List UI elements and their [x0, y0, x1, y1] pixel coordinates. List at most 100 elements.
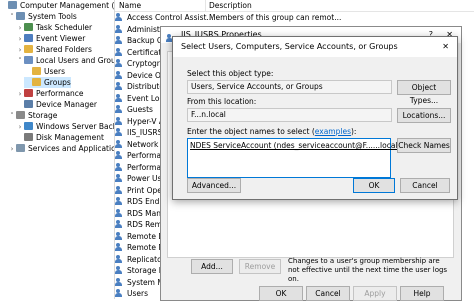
group-icon [115, 185, 124, 194]
tree-item-label: Computer Management (Local [20, 1, 115, 10]
tree-node-icon [16, 12, 25, 20]
expand-chevron-icon[interactable]: › [8, 144, 16, 155]
object-types-button[interactable]: Object Types... [397, 80, 451, 105]
dialog-ok-button[interactable]: OK [353, 178, 395, 193]
tree-item-event-viewer[interactable]: › Event Viewer [16, 33, 85, 44]
dialog-close-icon[interactable]: ✕ [442, 37, 449, 57]
tree-item-label: Windows Server Backup [36, 122, 114, 131]
tree-node-icon [32, 78, 41, 86]
tree-item-device-manager[interactable]: Device Manager [16, 99, 97, 110]
group-icon [115, 220, 124, 228]
dialog-title: Select Users, Computers, Service Account… [181, 42, 398, 51]
object-names-label: Enter the object names to select (exampl… [187, 127, 357, 136]
tree-item-label: Event Viewer [36, 34, 86, 43]
object-type-label: Select this object type: [187, 69, 274, 78]
group-icon [115, 151, 124, 159]
tree-item-label: Users [44, 67, 66, 76]
column-header-description[interactable]: Description [209, 1, 252, 10]
group-name: Guests [127, 105, 153, 114]
dialog-title-bar: Select Users, Computers, Service Account… [173, 37, 457, 57]
group-icon [115, 277, 124, 286]
tree-item-label: System Tools [28, 12, 77, 21]
check-names-button[interactable]: Check Names [397, 138, 451, 153]
tree-item-storage[interactable]: ˅ Storage [8, 110, 57, 121]
tree-item-label: Task Scheduler [36, 23, 93, 32]
select-users-dialog: Select Users, Computers, Service Account… [172, 36, 458, 200]
tree-item-disk-management[interactable]: Disk Management [16, 132, 104, 143]
remove-member-button[interactable]: Remove [239, 259, 281, 274]
tree-node-icon [24, 89, 33, 97]
tree-item-groups[interactable]: Groups [24, 77, 71, 88]
tree-item-label: Services and Applications [28, 144, 115, 153]
group-icon [115, 208, 124, 217]
tree-node-icon [8, 1, 17, 9]
tree-item-label: Device Manager [36, 100, 97, 109]
tree-item-label: Shared Folders [36, 45, 92, 54]
group-icon [115, 116, 124, 125]
tree-item-task-scheduler[interactable]: › Task Scheduler [16, 22, 92, 33]
add-member-button[interactable]: Add... [191, 259, 233, 274]
object-names-input[interactable]: NDES ServiceAccount (ndes_serviceaccount… [187, 138, 400, 178]
tree-item-label: Groups [44, 78, 71, 87]
tree-node-icon [24, 45, 33, 53]
expand-chevron-icon[interactable]: ˅ [8, 12, 16, 23]
tree-node-icon [24, 56, 33, 64]
console-tree[interactable]: Computer Management (Local˅System Tools›… [0, 0, 115, 299]
group-icon [115, 105, 124, 113]
location-field: F...n.local [187, 108, 392, 122]
tree-item-local-users-and-groups[interactable]: ˅ Local Users and Groups [16, 55, 114, 67]
object-type-field: Users, Service Accounts, or Groups [187, 80, 392, 94]
group-icon [115, 70, 124, 79]
group-icon [115, 243, 124, 251]
group-icon [115, 82, 124, 90]
dialog-cancel-button[interactable]: Cancel [400, 178, 450, 193]
tree-item-performance[interactable]: › Performance [16, 88, 84, 99]
group-icon [115, 266, 124, 274]
column-divider[interactable] [205, 0, 206, 11]
group-icon [115, 174, 124, 182]
locations-button[interactable]: Locations... [397, 108, 451, 123]
advanced-button[interactable]: Advanced... [187, 178, 241, 193]
group-icon [115, 59, 124, 67]
tree-item-system-tools[interactable]: ˅ System Tools [8, 11, 77, 22]
tree-item-label: Performance [36, 89, 84, 98]
tree-node-icon [24, 34, 33, 42]
group-icon [115, 289, 124, 297]
membership-note: Changes to a user's group membership are… [288, 257, 448, 283]
group-icon [115, 24, 124, 33]
group-icon [115, 36, 124, 44]
tree-item-services-and-applications[interactable]: › Services and Applications [8, 143, 115, 155]
expand-chevron-icon[interactable]: ˅ [16, 56, 24, 67]
tree-item-users[interactable]: Users [24, 66, 65, 77]
group-name: IIS_IUSRS [127, 128, 163, 137]
expand-chevron-icon[interactable]: ˅ [8, 111, 16, 122]
group-icon [115, 128, 124, 136]
group-icon [115, 47, 124, 56]
examples-link[interactable]: examples [315, 127, 351, 136]
group-description: Members of this group can remot... [209, 13, 342, 22]
object-name-value: NDES ServiceAccount (ndes_serviceaccount… [190, 141, 401, 150]
tree-item-label: Local Users and Groups [36, 56, 114, 65]
tree-node-icon [24, 23, 33, 31]
tree-node-icon [24, 133, 33, 141]
group-icon [115, 139, 124, 148]
tree-item-label: Disk Management [36, 133, 104, 142]
column-header-name[interactable]: Name [119, 1, 141, 10]
tree-node-icon [32, 67, 41, 75]
tree-node-icon [24, 100, 33, 108]
group-icon [115, 197, 124, 205]
group-icon [115, 162, 124, 171]
tree-item-shared-folders[interactable]: › Shared Folders [16, 44, 92, 55]
tree-item-label: Storage [28, 111, 58, 120]
location-label: From this location: [187, 97, 257, 106]
group-icon [115, 231, 124, 240]
group-name: Access Control Assist... [127, 13, 214, 22]
group-icon [115, 93, 124, 102]
tree-node-icon [24, 122, 33, 130]
group-icon [115, 254, 124, 263]
group-icon [115, 13, 124, 21]
tree-item-windows-server-backup[interactable]: ›Windows Server Backup [16, 121, 114, 132]
list-header: Name Description [115, 0, 474, 12]
tree-node-icon [16, 144, 25, 152]
tree-item-computer-management-local[interactable]: Computer Management (Local [0, 0, 115, 11]
